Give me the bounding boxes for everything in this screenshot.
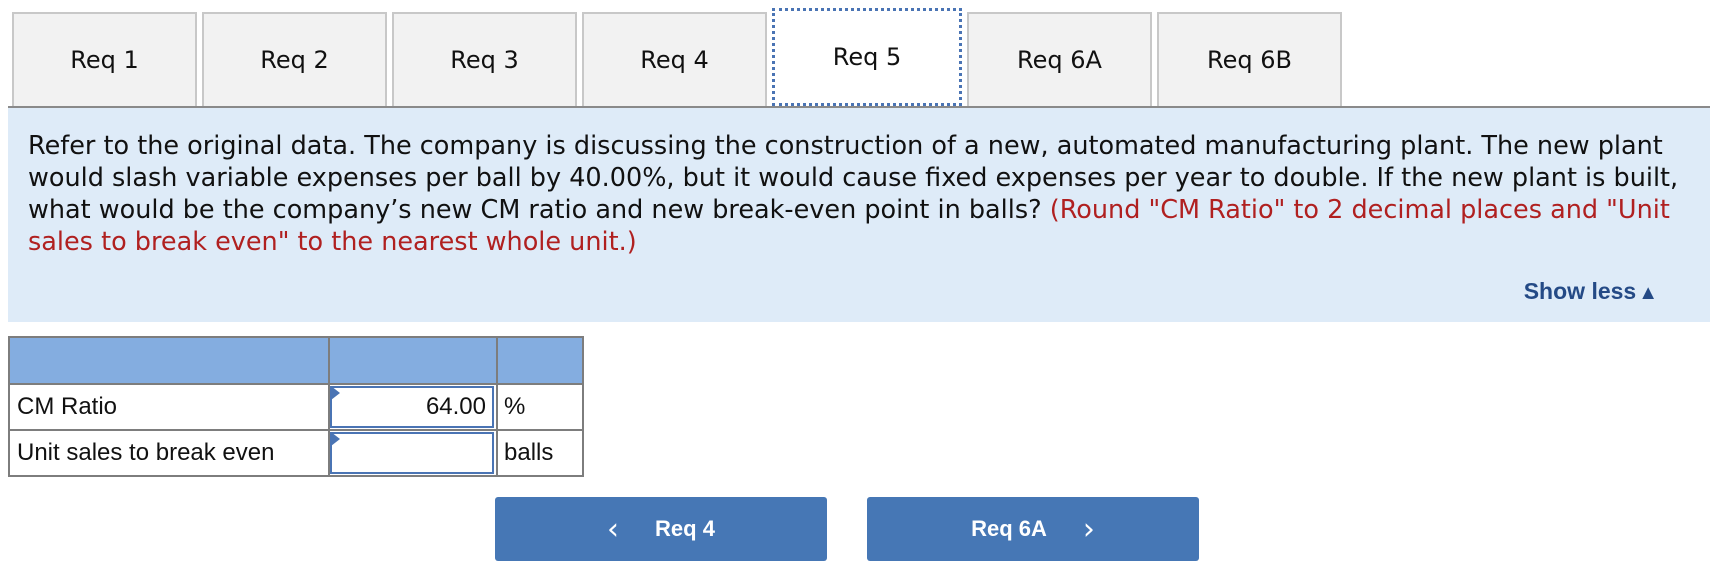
row-label: CM Ratio <box>8 383 330 431</box>
question-panel: Refer to the original data. The company … <box>8 108 1710 322</box>
table-header-row <box>8 336 584 385</box>
chevron-left-icon: ‹ <box>607 511 620 547</box>
prev-req-label: Req 4 <box>655 516 715 541</box>
question-text: Refer to the original data. The company … <box>28 130 1690 258</box>
header-cell <box>496 336 584 385</box>
tab-req-1[interactable]: Req 1 <box>12 12 197 106</box>
row-unit: % <box>496 383 584 431</box>
triangle-up-icon: ▲ <box>1638 282 1658 304</box>
tab-req-2[interactable]: Req 2 <box>202 12 387 106</box>
table-row: Unit sales to break even balls <box>8 429 584 477</box>
tab-req-6b[interactable]: Req 6B <box>1157 12 1342 106</box>
tab-req-3[interactable]: Req 3 <box>392 12 577 106</box>
row-unit: balls <box>496 429 584 477</box>
show-less-label: Show less <box>1523 278 1637 304</box>
prev-req-button[interactable]: ‹ Req 4 <box>495 497 827 561</box>
cm-ratio-cell: 64.00 <box>328 383 498 431</box>
chevron-right-icon: › <box>1082 511 1095 547</box>
input-marker-icon <box>331 432 340 446</box>
tab-req-4[interactable]: Req 4 <box>582 12 767 106</box>
next-req-label: Req 6A <box>971 516 1047 541</box>
tab-req-6a[interactable]: Req 6A <box>967 12 1152 106</box>
break-even-cell <box>328 429 498 477</box>
cm-ratio-input[interactable]: 64.00 <box>330 386 494 428</box>
header-cell <box>328 336 498 385</box>
tab-req-5[interactable]: Req 5 <box>772 8 962 106</box>
input-marker-icon <box>331 386 340 400</box>
break-even-units-input[interactable] <box>330 432 494 474</box>
requirement-tabs: Req 1 Req 2 Req 3 Req 4 Req 5 Req 6A Req… <box>12 8 1347 108</box>
answer-table: CM Ratio 64.00 % Unit sales to break eve… <box>8 336 584 477</box>
table-row: CM Ratio 64.00 % <box>8 383 584 431</box>
header-cell <box>8 336 330 385</box>
show-less-link[interactable]: Show less ▲ <box>1524 278 1658 305</box>
next-req-button[interactable]: Req 6A › <box>867 497 1199 561</box>
row-label: Unit sales to break even <box>8 429 330 477</box>
